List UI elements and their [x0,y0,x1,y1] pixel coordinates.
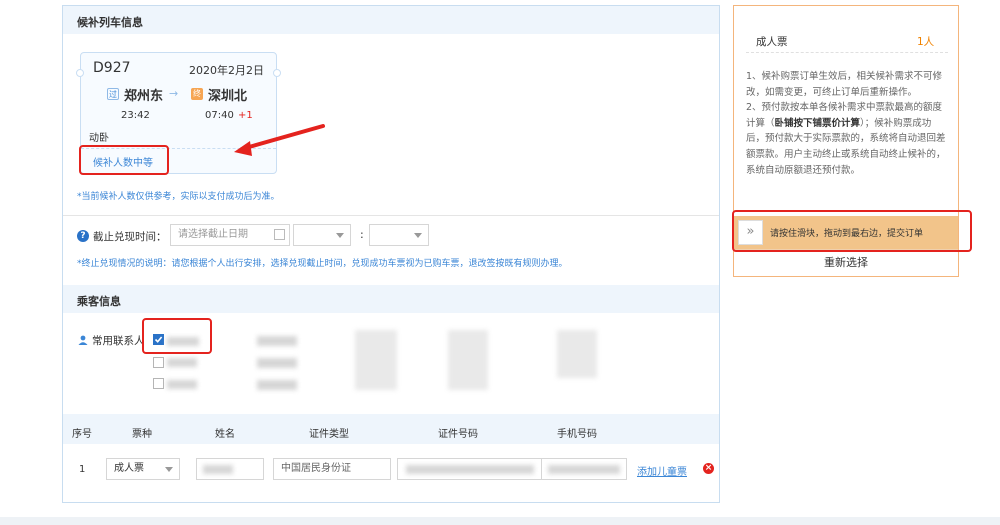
arrow-right-icon: → [169,87,179,100]
contact-checkbox[interactable] [153,378,164,389]
col-id-type: 证件类型 [309,429,349,440]
ticket-type-select[interactable]: 成人票 [106,458,180,480]
chevron-down-icon [336,233,344,238]
contact-name-blurred [167,380,197,389]
from-station: 郑州东 [124,89,164,104]
side-note-1: 1、候补购票订单生效后，相关候补需求不可修改，如需变更，可终止订单后重新操作。 [746,71,943,98]
calendar-icon [274,229,285,240]
train-date: 2020年2月2日 [189,64,264,77]
reselect-button[interactable]: 重新选择 [734,249,958,276]
contact-checkbox[interactable] [153,357,164,368]
passenger-section-title: 乘客信息 [77,295,121,308]
passenger-name-input[interactable] [196,458,264,480]
id-number-blurred [406,465,534,474]
side-divider [746,52,948,53]
user-icon [78,335,88,345]
deadline-note: *终止兑现情况的说明：请您根据个人出行安排，选择兑现截止时间，兑现成功车票视为已… [77,259,568,269]
annotation-box-contact [142,318,212,354]
ticket-type-label: 成人票 [756,36,788,48]
waitlist-note: *当前候补人数仅供参考，实际以支付成功后为准。 [77,192,280,202]
col-ticket-type: 票种 [132,429,152,440]
chevron-down-icon [165,467,173,472]
depart-time: 23:42 [121,110,150,121]
deadline-date-input[interactable]: 请选择截止日期 [170,224,290,246]
add-child-ticket-link[interactable]: 添加儿童票 [637,463,687,478]
annotation-arrow [234,124,325,156]
row-index: 1 [79,464,86,475]
deadline-minute-select[interactable] [369,224,429,246]
side-notes: 1、候补购票订单生效后，相关候补需求不可修改，如需变更，可终止订单后重新操作。 … [746,69,950,178]
card-notch-right [273,69,281,77]
contacts-label: 常用联系人 [92,335,145,347]
train-section-header: 候补列车信息 [63,6,719,34]
contact-name-blurred [257,336,297,346]
seat-type: 动卧 [89,133,109,144]
train-number: D927 [93,60,131,76]
terminal-station-tag: 终 [191,88,203,100]
table-header [63,414,719,444]
card-notch-left [76,69,84,77]
bottom-strip [0,517,1000,525]
to-station: 深圳北 [208,89,248,104]
main-panel: 候补列车信息 D927 2020年2月2日 过 郑州东 → 终 深圳北 23:4… [62,5,720,503]
col-phone: 手机号码 [557,429,597,440]
annotation-box-slider [732,210,972,252]
col-name: 姓名 [215,429,235,440]
deadline-date-placeholder: 请选择截止日期 [178,229,248,240]
side-note-2-bold: 卧铺按下铺票价计算 [774,117,861,129]
ticket-type-value: 成人票 [114,463,144,474]
side-note-2: 2、预付款按本单各候补需求中票款最高的额度计算（卧铺按下铺票价计算）；候补购票成… [746,100,950,178]
ticket-count: 1人 [917,36,935,48]
pass-station-tag: 过 [107,88,119,100]
contact-column-blurred [448,330,488,390]
contact-column-blurred [355,330,397,390]
contact-name-blurred [257,380,297,390]
remove-passenger-icon[interactable]: × [703,463,714,474]
section-divider [63,215,719,216]
train-section-title: 候补列车信息 [77,16,143,29]
col-id-number: 证件号码 [438,429,478,440]
contact-name-blurred [167,358,197,367]
id-type-select[interactable]: 中国居民身份证 [273,458,391,480]
name-blurred [203,465,233,474]
id-type-value: 中国居民身份证 [281,463,351,474]
contact-column-blurred [557,330,597,378]
phone-blurred [548,465,620,474]
contact-name-blurred [257,358,297,368]
annotation-box-waitlist [79,145,169,175]
chevron-down-icon [414,233,422,238]
id-number-input[interactable] [397,458,545,480]
time-separator: : [360,228,364,241]
table-row: 1 成人票 中国居民身份证 添加儿童票 × [63,444,719,494]
deadline-hour-select[interactable] [293,224,351,246]
passenger-section-header: 乘客信息 [63,285,719,313]
col-index: 序号 [72,429,92,440]
reselect-label: 重新选择 [824,256,868,269]
deadline-label: 截止兑现时间： [93,231,167,243]
help-icon[interactable]: ? [77,230,89,242]
phone-input[interactable] [541,458,627,480]
